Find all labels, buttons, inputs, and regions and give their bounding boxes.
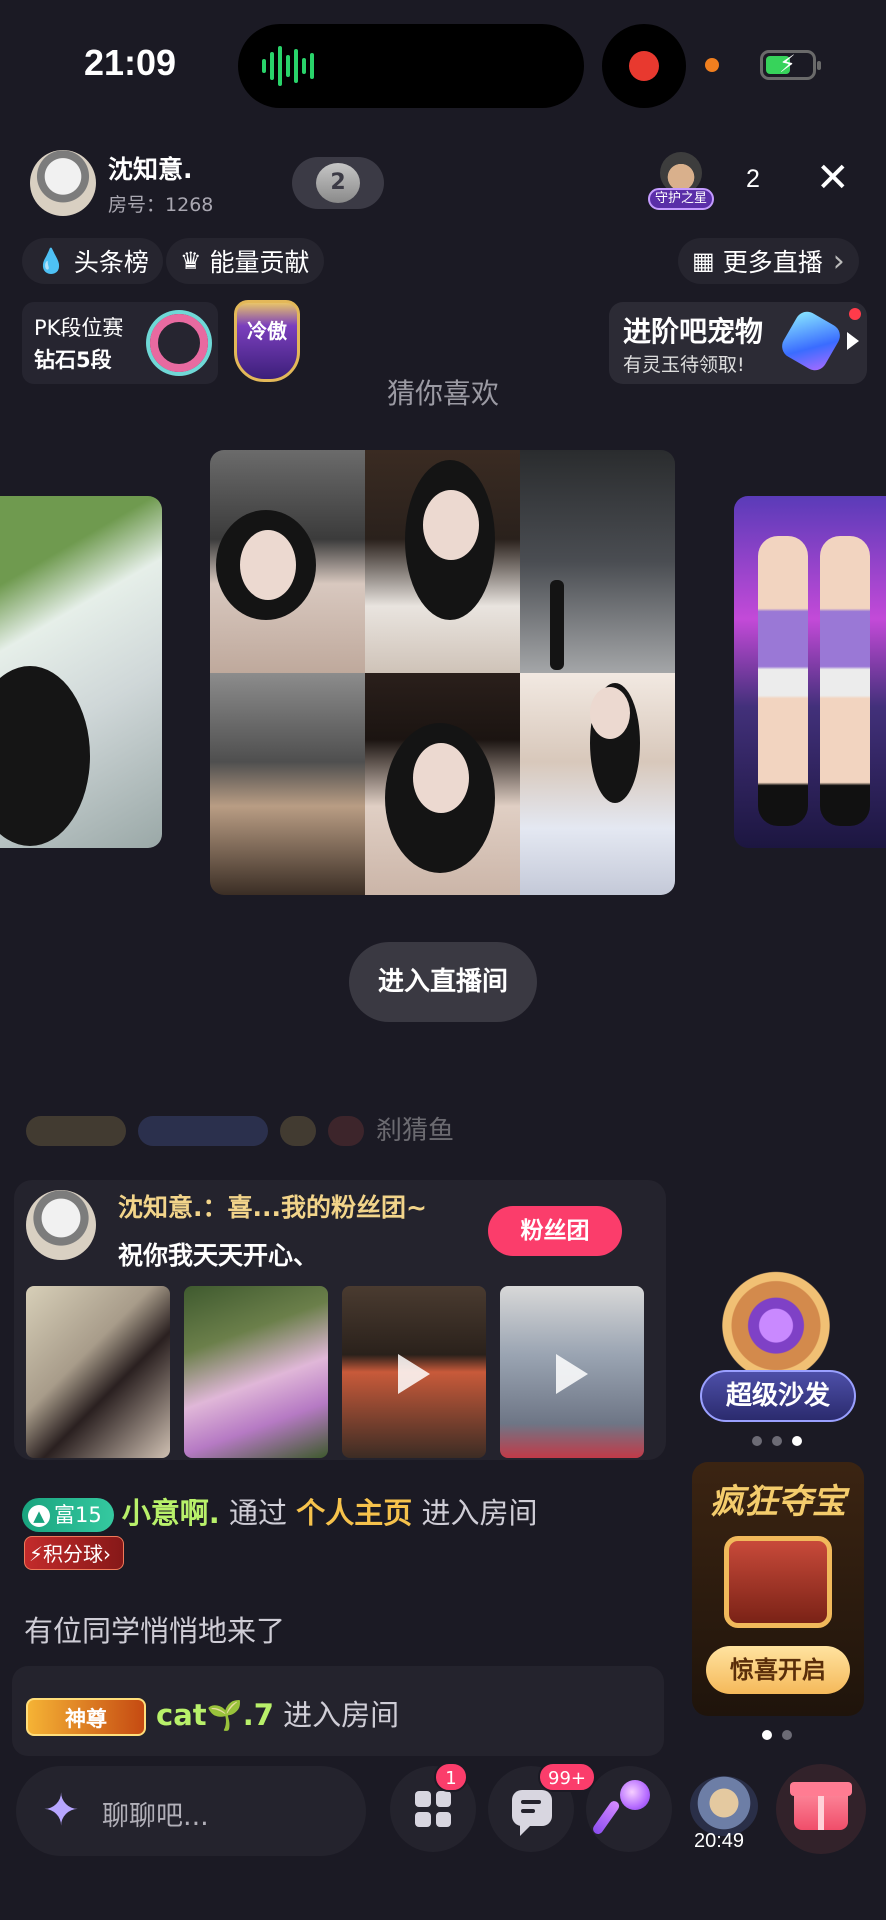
play-icon [847,332,859,350]
grid-stream-thumb [365,672,520,895]
recording-indicator[interactable] [602,24,686,108]
user-avatar[interactable] [690,1776,758,1836]
level-triangle-icon: ▲ [28,1505,50,1527]
wealth-level-badge[interactable]: ▲ 富15 [22,1498,114,1532]
message-icon [512,1790,552,1836]
super-sofa-label[interactable]: 超级沙发 [700,1370,856,1422]
droplet-icon: 💧 [36,247,66,275]
wealth-level-text: 富15 [54,1503,102,1527]
chat-action: 进入房间 [421,1496,538,1530]
grid-stream-thumb [210,672,365,895]
chat-input[interactable]: ✦ 聊聊吧... [16,1766,366,1856]
grid-stream-thumb [520,450,675,673]
room-number: 房号：1268 [108,190,213,217]
hour-rank-pill[interactable]: 2 [292,157,384,209]
host-name[interactable]: 沈知意. [108,150,193,186]
grid-apps-icon [415,1791,451,1827]
score-ball-label: 积分球 [43,1542,104,1566]
star-badge-icon: ✦ [42,1785,80,1836]
chat-nickname[interactable]: cat🌱.7 [156,1698,274,1732]
faded-badge-row: 刹猜鱼 [26,1116,586,1150]
apps-badge: 1 [434,1762,468,1792]
play-icon [556,1354,588,1394]
chat-nickname[interactable]: 小意啊. [122,1496,220,1530]
headline-rank-label: 头条榜 [73,248,149,277]
recommendation-card-right[interactable] [734,496,886,848]
lightning-icon: ⚡ [29,1542,44,1566]
status-time: 21:09 [84,42,177,83]
grid-stream-thumb [365,450,520,673]
recommendation-card-grid[interactable] [210,450,675,895]
dynamic-island[interactable] [238,24,584,108]
chat-via: 通过 [228,1496,287,1530]
rank-badge: 2 [316,163,360,203]
gift-button[interactable] [776,1764,866,1854]
rank-shield-badge[interactable]: 冷傲 [234,300,300,382]
score-ball-badge[interactable]: ⚡积分球› [24,1536,125,1570]
energy-contrib-button[interactable]: ♛ 能量贡献 [166,238,324,284]
fan-message-line1: 沈知意.：喜...我的粉丝团~ [118,1193,427,1222]
grid-stream-thumb [520,672,675,895]
notification-dot [849,308,861,320]
pk-title: PK段位赛 [34,316,124,340]
battery-icon: ⚡ [760,50,821,80]
crown-icon: ♛ [180,247,202,275]
vip-badge[interactable]: 神尊 [26,1698,146,1736]
recommendation-card-left[interactable] [0,496,162,848]
gem-icon [777,307,845,375]
promo-title: 进阶吧宠物 [623,315,764,348]
chat-entry-join: ▲ 富15 小意啊. 通过 个人主页 进入房间 [22,1490,537,1532]
treasure-title: 疯狂夺宝 [710,1482,846,1522]
play-icon [398,1354,430,1394]
treasure-page-dots [762,1730,792,1740]
more-live-button[interactable]: ▦ 更多直播 › [678,238,859,284]
chat-entry-vip-join: 神尊 cat🌱.7 进入房间 [26,1692,399,1736]
media-thumbnail[interactable] [184,1286,328,1458]
message-badge: 99+ [538,1762,596,1792]
viewer-count[interactable]: 2 [746,165,760,194]
room-label: 房号： [108,194,166,216]
treasure-hunt-widget[interactable]: 疯狂夺宝 惊喜开启 [692,1462,864,1716]
headline-rank-button[interactable]: 💧 头条榜 [22,238,163,284]
energy-contrib-label: 能量贡献 [209,248,310,277]
apps-button[interactable]: 1 [390,1762,476,1852]
ghost-text: 刹猜鱼 [376,1116,455,1146]
chat-input-placeholder: 聊聊吧... [102,1801,209,1832]
guard-star-button[interactable]: 守护之星 [648,152,714,212]
room-number-value: 1268 [165,194,214,216]
fan-message-line2: 祝你我天天开心、 [118,1241,319,1270]
chat-action: 进入房间 [283,1698,400,1732]
sender-avatar[interactable] [26,1190,96,1260]
pk-ring-icon [150,314,208,372]
guard-label: 守护之星 [648,188,714,210]
surprise-open-button[interactable]: 惊喜开启 [706,1646,850,1694]
pk-tier: 钻石5段 [34,348,112,372]
microphone-button[interactable] [586,1766,672,1852]
user-time: 20:49 [694,1830,745,1852]
fan-club-button[interactable]: 粉丝团 [488,1206,622,1256]
chevron-right-icon: › [832,243,845,279]
message-button[interactable]: 99+ [488,1762,596,1852]
chat-source[interactable]: 个人主页 [296,1496,412,1530]
waveform-icon [262,44,314,88]
chevron-right-icon: › [103,1542,112,1566]
treasure-chest-icon [724,1536,832,1628]
guess-you-like-title: 猜你喜欢 [386,377,499,410]
video-thumbnail[interactable] [500,1286,644,1458]
close-icon[interactable]: ✕ [816,158,850,198]
more-live-label: 更多直播 [722,248,823,277]
host-avatar[interactable] [30,150,96,216]
enter-live-room-button[interactable]: 进入直播间 [349,942,537,1022]
media-thumbnail[interactable] [26,1286,170,1458]
microphone-icon [591,1780,650,1840]
super-sofa-icon[interactable] [708,1264,844,1376]
chat-entry-anonymous: 有位同学悄悄地来了 [24,1614,286,1648]
record-icon [629,51,659,81]
privacy-dot [705,58,719,72]
sofa-page-dots [752,1436,802,1446]
grid-stream-thumb [210,450,365,673]
grid-icon: ▦ [692,247,715,275]
video-thumbnail[interactable] [342,1286,486,1458]
gift-icon [790,1782,852,1830]
